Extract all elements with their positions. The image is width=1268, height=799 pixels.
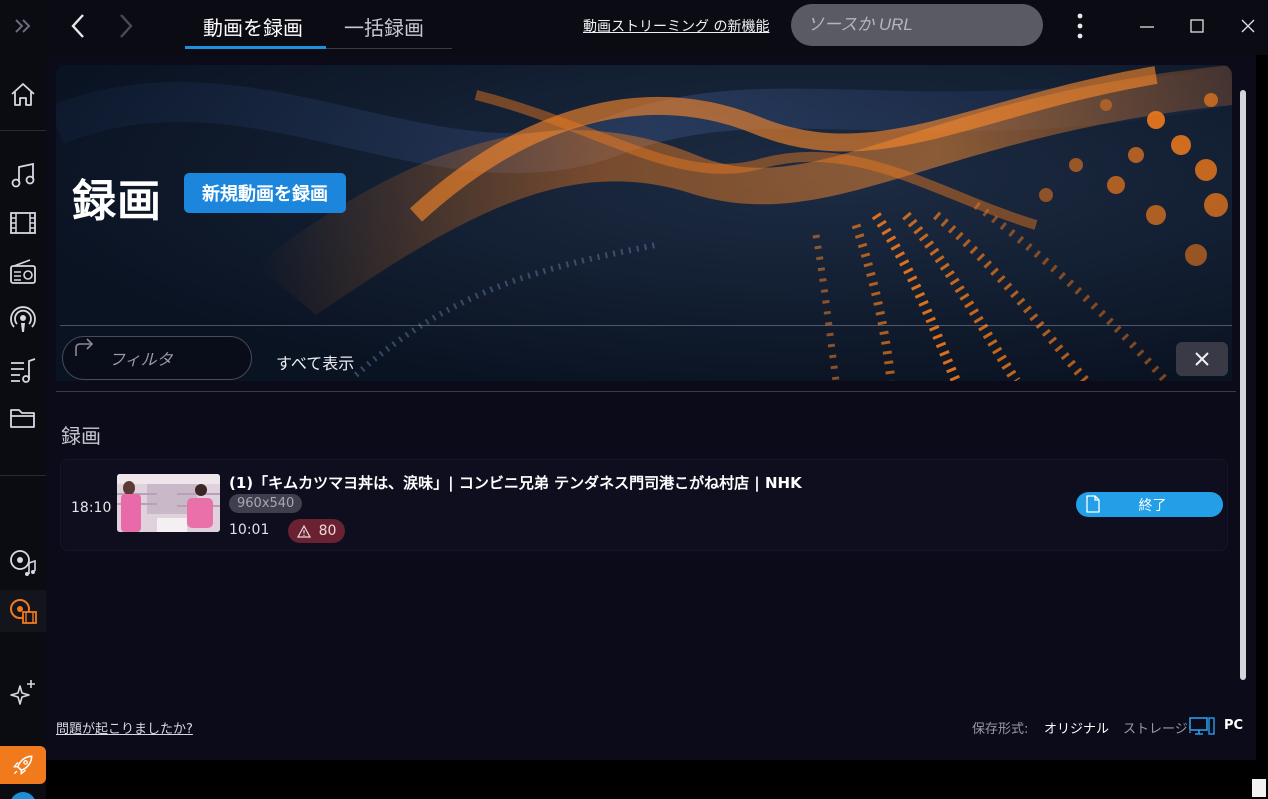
tab-batch-record[interactable]: 一括録画 — [344, 12, 424, 41]
filter-bar: フィルタ すべて表示 — [56, 326, 1232, 382]
warning-count: 80 — [318, 523, 337, 539]
clear-filter-button[interactable] — [1176, 342, 1228, 376]
recording-item[interactable]: 18:10 (1)「キムカツマヨ丼は、涙味」| コンビニ兄弟 テンダネス門司港こ… — [60, 459, 1228, 551]
pc-monitor-icon — [1189, 716, 1215, 740]
warning-icon — [296, 524, 311, 538]
forward-arrow-icon[interactable] — [110, 10, 140, 42]
close-window-icon[interactable] — [1230, 10, 1266, 42]
filter-placeholder: フィルタ — [109, 350, 173, 369]
video-thumbnail[interactable] — [117, 474, 220, 532]
rocket-icon[interactable] — [0, 746, 46, 784]
format-value[interactable]: オリジナル — [1044, 718, 1109, 737]
video-recorder-icon[interactable] — [0, 590, 46, 632]
file-icon — [1086, 495, 1100, 513]
top-bar: 動画を録画 一括録画 動画ストリーミング の新機能 — [46, 0, 1268, 55]
expand-sidebar-icon[interactable] — [0, 6, 46, 46]
tab-record-video[interactable]: 動画を録画 — [203, 12, 303, 41]
section-title: 録画 — [61, 424, 101, 448]
page-title: 録画 — [72, 176, 162, 227]
whats-new-link[interactable]: 動画ストリーミング の新機能 — [583, 16, 769, 36]
playlist-icon[interactable] — [0, 350, 46, 390]
sparkle-icon[interactable] — [0, 672, 46, 712]
filter-arrow-icon — [75, 338, 94, 356]
resolution-badge: 960x540 — [229, 494, 303, 513]
active-tab-indicator — [185, 46, 326, 49]
resize-grip[interactable] — [1252, 779, 1266, 797]
account-indicator[interactable] — [10, 792, 36, 799]
new-video-record-button[interactable]: 新規動画を録画 — [184, 173, 346, 213]
music-icon[interactable] — [0, 155, 46, 195]
home-icon[interactable] — [0, 74, 46, 114]
back-arrow-icon[interactable] — [64, 10, 94, 42]
music-recorder-icon[interactable] — [0, 542, 46, 582]
podcast-icon[interactable] — [0, 300, 46, 340]
format-label: 保存形式: — [972, 722, 1029, 737]
radio-icon[interactable] — [0, 252, 46, 292]
recording-duration: 10:01 — [229, 522, 270, 538]
source-url-input[interactable] — [791, 4, 1043, 46]
show-all-link[interactable]: すべて表示 — [276, 350, 354, 374]
minimize-icon[interactable] — [1129, 10, 1165, 42]
finished-status-button[interactable]: 終了 — [1076, 492, 1223, 517]
storage-value[interactable]: PC — [1224, 718, 1243, 733]
warning-badge[interactable]: 80 — [288, 519, 345, 543]
storage-label: ストレージ: — [1123, 722, 1193, 737]
folder-icon[interactable] — [0, 398, 46, 438]
vertical-scrollbar[interactable] — [1240, 90, 1246, 680]
more-menu-icon[interactable] — [1066, 10, 1094, 42]
maximize-icon[interactable] — [1179, 10, 1215, 42]
problem-help-link[interactable]: 問題が起こりましたか? — [56, 718, 193, 737]
record-time: 18:10 — [71, 500, 112, 516]
main-content: 録画 新規動画を録画 フィルタ すべて表示 録画 18:10 (1)「キムカツマ… — [46, 55, 1256, 760]
left-sidebar — [0, 0, 46, 799]
film-icon[interactable] — [0, 203, 46, 243]
recording-title: (1)「キムカツマヨ丼は、涙味」| コンビニ兄弟 テンダネス門司港こがね村店 |… — [229, 474, 802, 492]
close-icon — [1195, 352, 1209, 366]
